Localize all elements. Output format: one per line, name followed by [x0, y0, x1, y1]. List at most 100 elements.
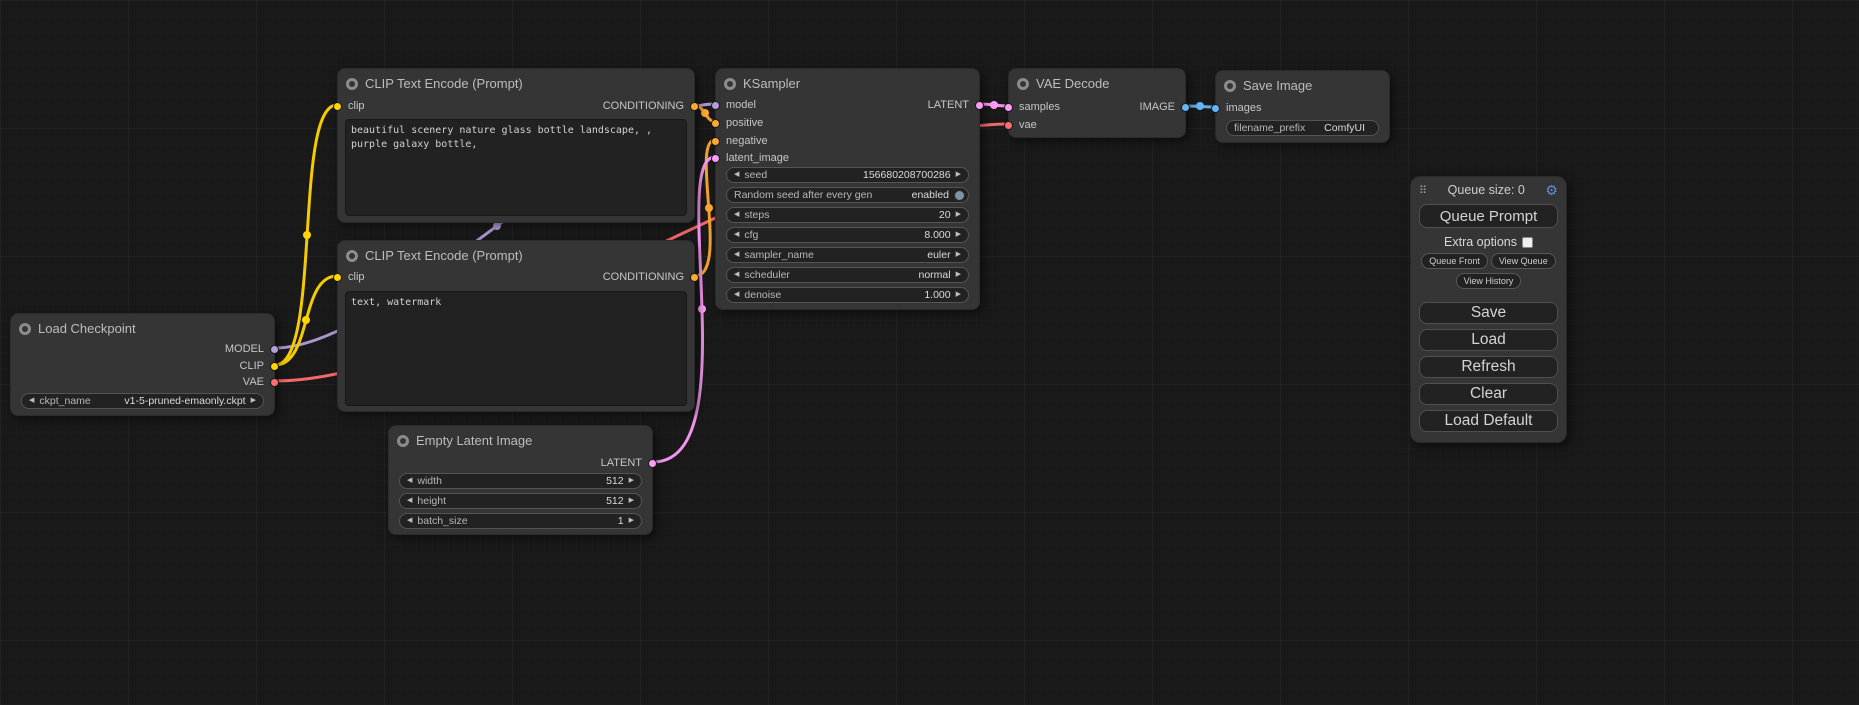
widget-seed[interactable]: ◀ seed 156680208700286 ▶: [726, 167, 969, 183]
widget-cfg[interactable]: ◀ cfg 8.000 ▶: [726, 227, 969, 243]
increment-arrow-icon[interactable]: ▶: [956, 207, 961, 223]
widget-width[interactable]: ◀ width 512 ▶: [399, 473, 642, 489]
load-button[interactable]: Load: [1419, 329, 1558, 351]
collapse-dot-icon[interactable]: [1224, 80, 1236, 92]
input-slot-positive[interactable]: positive: [711, 116, 763, 130]
node-title-bar[interactable]: CLIP Text Encode (Prompt): [338, 69, 694, 99]
increment-arrow-icon[interactable]: ▶: [629, 493, 634, 509]
slot-dot-image[interactable]: [1181, 103, 1190, 112]
view-history-button[interactable]: View History: [1456, 273, 1522, 289]
slot-dot-conditioning[interactable]: [711, 119, 720, 128]
decrement-arrow-icon[interactable]: ◀: [407, 473, 412, 489]
node-title-bar[interactable]: CLIP Text Encode (Prompt): [338, 241, 694, 271]
slot-dot-latent[interactable]: [1004, 103, 1013, 112]
collapse-dot-icon[interactable]: [724, 78, 736, 90]
increment-arrow-icon[interactable]: ▶: [956, 287, 961, 303]
slot-dot-model[interactable]: [711, 101, 720, 110]
output-slot-clip[interactable]: CLIP: [240, 359, 279, 373]
load-default-button[interactable]: Load Default: [1419, 410, 1558, 432]
prompt-text-input[interactable]: text, watermark: [345, 291, 687, 406]
slot-dot-model[interactable]: [270, 345, 279, 354]
extra-options-checkbox[interactable]: [1522, 237, 1533, 248]
link-midpoint-dot: [302, 316, 310, 324]
drag-handle-icon[interactable]: ⠿: [1419, 184, 1427, 197]
output-slot-image[interactable]: IMAGE: [1140, 100, 1190, 114]
collapse-dot-icon[interactable]: [19, 323, 31, 335]
node-title-bar[interactable]: Save Image: [1216, 71, 1389, 101]
widget-batch-size[interactable]: ◀ batch_size 1 ▶: [399, 513, 642, 529]
increment-arrow-icon[interactable]: ▶: [956, 167, 961, 183]
decrement-arrow-icon[interactable]: ◀: [407, 493, 412, 509]
queue-front-button[interactable]: Queue Front: [1421, 253, 1488, 269]
collapse-dot-icon[interactable]: [397, 435, 409, 447]
queue-prompt-button[interactable]: Queue Prompt: [1419, 204, 1558, 228]
link-midpoint-dot: [990, 101, 998, 109]
collapse-dot-icon[interactable]: [346, 250, 358, 262]
widget-random-seed-toggle[interactable]: Random seed after every gen enabled: [726, 187, 969, 203]
decrement-arrow-icon[interactable]: ◀: [734, 167, 739, 183]
increment-arrow-icon[interactable]: ▶: [251, 393, 256, 409]
slot-dot-conditioning[interactable]: [690, 102, 699, 111]
decrement-arrow-icon[interactable]: ◀: [29, 393, 34, 409]
slot-dot-conditioning[interactable]: [711, 137, 720, 146]
collapse-dot-icon[interactable]: [1017, 78, 1029, 90]
input-slot-samples[interactable]: samples: [1004, 100, 1060, 114]
decrement-arrow-icon[interactable]: ◀: [734, 267, 739, 283]
output-slot-model[interactable]: MODEL: [225, 342, 279, 356]
input-slot-negative[interactable]: negative: [711, 134, 768, 148]
save-button[interactable]: Save: [1419, 302, 1558, 324]
slot-dot-vae[interactable]: [270, 378, 279, 387]
increment-arrow-icon[interactable]: ▶: [956, 247, 961, 263]
prompt-text-input[interactable]: beautiful scenery nature glass bottle la…: [345, 119, 687, 216]
output-slot-conditioning[interactable]: CONDITIONING: [603, 99, 699, 113]
collapse-dot-icon[interactable]: [346, 78, 358, 90]
widget-height[interactable]: ◀ height 512 ▶: [399, 493, 642, 509]
node-title-bar[interactable]: Load Checkpoint: [11, 314, 274, 344]
widget-scheduler[interactable]: ◀ scheduler normal ▶: [726, 267, 969, 283]
input-slot-vae[interactable]: vae: [1004, 118, 1037, 132]
slot-dot-latent[interactable]: [975, 101, 984, 110]
slot-dot-image[interactable]: [1211, 104, 1220, 113]
output-slot-latent[interactable]: LATENT: [601, 456, 657, 470]
node-title-bar[interactable]: KSampler: [716, 69, 979, 99]
decrement-arrow-icon[interactable]: ◀: [734, 247, 739, 263]
widget-denoise[interactable]: ◀ denoise 1.000 ▶: [726, 287, 969, 303]
input-slot-clip[interactable]: clip: [333, 270, 365, 284]
slot-dot-vae[interactable]: [1004, 121, 1013, 130]
input-slot-model[interactable]: model: [711, 98, 756, 112]
slot-dot-conditioning[interactable]: [690, 273, 699, 282]
output-slot-latent[interactable]: LATENT: [928, 98, 984, 112]
slot-dot-latent[interactable]: [648, 459, 657, 468]
slot-dot-clip[interactable]: [270, 362, 279, 371]
slot-dot-clip[interactable]: [333, 273, 342, 282]
decrement-arrow-icon[interactable]: ◀: [734, 207, 739, 223]
widget-label: sampler_name: [744, 249, 813, 261]
widget-value: enabled: [912, 189, 949, 201]
increment-arrow-icon[interactable]: ▶: [629, 513, 634, 529]
slot-dot-latent[interactable]: [711, 154, 720, 163]
clear-button[interactable]: Clear: [1419, 383, 1558, 405]
output-slot-vae[interactable]: VAE: [243, 375, 279, 389]
input-slot-images[interactable]: images: [1211, 101, 1261, 115]
slot-label: CONDITIONING: [603, 100, 684, 112]
settings-gear-icon[interactable]: ⚙: [1545, 183, 1558, 197]
increment-arrow-icon[interactable]: ▶: [629, 473, 634, 489]
refresh-button[interactable]: Refresh: [1419, 356, 1558, 378]
output-slot-conditioning[interactable]: CONDITIONING: [603, 270, 699, 284]
input-slot-clip[interactable]: clip: [333, 99, 365, 113]
decrement-arrow-icon[interactable]: ◀: [407, 513, 412, 529]
node-title-bar[interactable]: VAE Decode: [1009, 69, 1185, 99]
decrement-arrow-icon[interactable]: ◀: [734, 287, 739, 303]
increment-arrow-icon[interactable]: ▶: [956, 227, 961, 243]
node-title-bar[interactable]: Empty Latent Image: [389, 426, 652, 456]
input-slot-latent-image[interactable]: latent_image: [711, 151, 789, 165]
toggle-knob-icon[interactable]: [954, 190, 965, 201]
widget-sampler-name[interactable]: ◀ sampler_name euler ▶: [726, 247, 969, 263]
slot-dot-clip[interactable]: [333, 102, 342, 111]
view-queue-button[interactable]: View Queue: [1491, 253, 1556, 269]
widget-ckpt-name[interactable]: ◀ ckpt_name v1-5-pruned-emaonly.ckpt ▶: [21, 393, 264, 409]
widget-filename-prefix[interactable]: filename_prefix ComfyUI: [1226, 120, 1379, 136]
decrement-arrow-icon[interactable]: ◀: [734, 227, 739, 243]
increment-arrow-icon[interactable]: ▶: [956, 267, 961, 283]
widget-steps[interactable]: ◀ steps 20 ▶: [726, 207, 969, 223]
